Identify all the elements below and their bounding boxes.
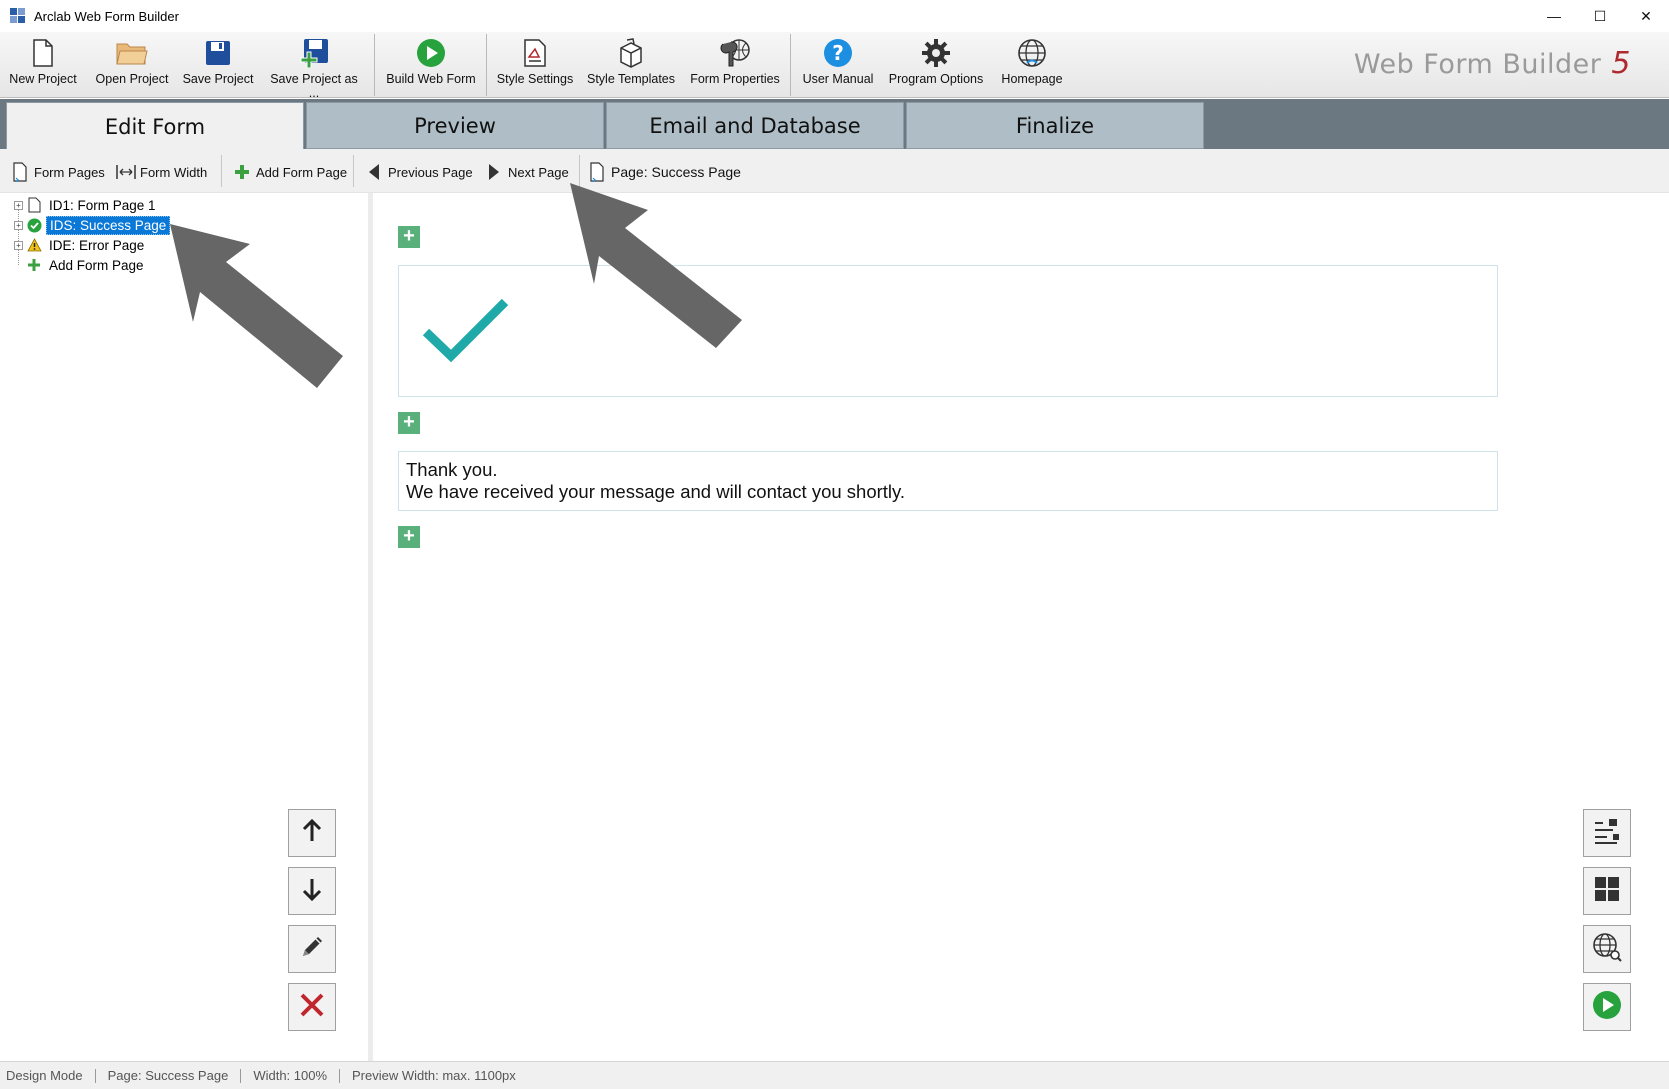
brand-version: 5 xyxy=(1611,46,1631,81)
properties-list-button[interactable] xyxy=(1583,809,1631,857)
delete-x-icon xyxy=(299,992,325,1023)
brand-logo: Web Form Builder 5 xyxy=(1354,46,1631,81)
brand-name: Web Form Builder xyxy=(1353,49,1602,80)
grid-view-button[interactable] xyxy=(1583,867,1631,915)
form-canvas: + + Thank you. We have received your mes… xyxy=(373,193,1669,1061)
style-settings-icon xyxy=(518,36,552,70)
tree-item-add-form-page[interactable]: Add Form Page xyxy=(26,255,147,275)
page-toolbar: Form Pages Form Width Add Form Page Prev… xyxy=(0,149,1669,193)
expand-icon[interactable]: + xyxy=(14,200,23,210)
list-settings-icon xyxy=(1593,817,1621,850)
status-page: Page: Success Page xyxy=(107,1068,229,1083)
toolbar-separator xyxy=(353,155,354,187)
arrow-down-icon xyxy=(301,877,323,906)
delete-page-button[interactable] xyxy=(288,983,336,1031)
svg-text:?: ? xyxy=(832,41,844,65)
open-project-button[interactable]: Open Project xyxy=(92,36,172,94)
warning-icon xyxy=(26,237,42,253)
play-build-icon xyxy=(414,36,448,70)
status-bar: Design Mode Page: Success Page Width: 10… xyxy=(0,1061,1669,1089)
toolbar-separator xyxy=(221,155,222,187)
width-arrows-icon xyxy=(116,162,136,182)
form-properties-button[interactable]: Form Properties xyxy=(686,36,784,94)
tab-preview[interactable]: Preview xyxy=(306,102,604,149)
build-web-form-button[interactable]: Build Web Form xyxy=(382,36,480,94)
tab-email-and-database[interactable]: Email and Database xyxy=(606,102,904,149)
tree-item-error-page[interactable]: + IDE: Error Page xyxy=(14,235,147,255)
save-as-disk-icon xyxy=(297,36,331,70)
add-element-button[interactable]: + xyxy=(398,412,420,434)
toolbar-separator xyxy=(486,34,487,96)
tab-finalize[interactable]: Finalize xyxy=(906,102,1204,149)
add-element-button[interactable]: + xyxy=(398,526,420,548)
user-manual-button[interactable]: ? User Manual xyxy=(798,36,878,94)
style-templates-button[interactable]: Style Templates xyxy=(584,36,678,94)
form-width-button[interactable]: Form Width xyxy=(116,161,207,183)
gear-icon xyxy=(919,36,953,70)
current-page-label: Page: Success Page xyxy=(587,161,741,183)
page-tree-panel: + ID1: Form Page 1 + IDS: Success Page +… xyxy=(0,193,368,1061)
main-tabs: Edit Form Preview Email and Database Fin… xyxy=(0,99,1669,150)
add-element-button[interactable]: + xyxy=(398,226,420,248)
tree-item-form-page-1[interactable]: + ID1: Form Page 1 xyxy=(14,195,159,215)
form-pages-button[interactable]: Form Pages xyxy=(10,161,105,183)
toolbar-separator xyxy=(579,155,580,187)
message-line-2: We have received your message and will c… xyxy=(406,481,906,502)
triangle-right-icon xyxy=(484,162,504,182)
title-bar: Arclab Web Form Builder — ☐ ✕ xyxy=(0,0,1669,32)
expand-icon[interactable]: + xyxy=(14,220,23,230)
globe-icon xyxy=(1015,36,1049,70)
move-up-button[interactable] xyxy=(288,809,336,857)
image-element[interactable] xyxy=(398,265,1498,397)
page-icon xyxy=(26,197,42,213)
minimize-button[interactable]: — xyxy=(1531,0,1577,32)
main-toolbar: New Project Open Project Save Project Sa… xyxy=(0,32,1669,100)
add-icon xyxy=(26,257,42,273)
help-icon: ? xyxy=(821,36,855,70)
next-page-button[interactable]: Next Page xyxy=(484,161,569,183)
text-element[interactable]: Thank you. We have received your message… xyxy=(398,451,1498,511)
add-icon xyxy=(232,162,252,182)
message-line-1: Thank you. xyxy=(406,459,498,480)
status-preview-width: Preview Width: max. 1100px xyxy=(352,1068,516,1083)
status-mode: Design Mode xyxy=(6,1068,83,1083)
window-title: Arclab Web Form Builder xyxy=(34,8,179,24)
toolbar-separator xyxy=(374,34,375,96)
page-icon xyxy=(10,162,30,182)
success-check-icon xyxy=(26,217,42,233)
arrow-up-icon xyxy=(301,818,323,848)
app-logo-icon xyxy=(10,8,26,24)
toolbar-separator xyxy=(790,34,791,96)
style-templates-icon xyxy=(614,36,648,70)
globe-search-icon xyxy=(1592,932,1622,967)
web-preview-button[interactable] xyxy=(1583,925,1631,973)
save-project-button[interactable]: Save Project xyxy=(182,36,254,94)
add-form-page-button[interactable]: Add Form Page xyxy=(232,161,347,183)
edit-page-button[interactable] xyxy=(288,925,336,973)
page-icon xyxy=(587,162,607,182)
style-settings-button[interactable]: Style Settings xyxy=(494,36,576,94)
pencil-icon xyxy=(299,934,325,965)
status-width: Width: 100% xyxy=(253,1068,328,1083)
expand-icon[interactable]: + xyxy=(14,240,23,250)
move-down-button[interactable] xyxy=(288,867,336,915)
grid-icon xyxy=(1594,876,1620,907)
build-run-button[interactable] xyxy=(1583,983,1631,1031)
tree-item-success-page[interactable]: + IDS: Success Page xyxy=(14,215,171,235)
previous-page-button[interactable]: Previous Page xyxy=(364,161,473,183)
play-build-icon xyxy=(1592,990,1622,1025)
tab-edit-form[interactable]: Edit Form xyxy=(6,102,304,150)
new-project-button[interactable]: New Project xyxy=(8,36,78,94)
program-options-button[interactable]: Program Options xyxy=(886,36,986,94)
open-folder-icon xyxy=(115,36,149,70)
triangle-left-icon xyxy=(364,162,384,182)
form-properties-icon xyxy=(718,36,752,70)
maximize-button[interactable]: ☐ xyxy=(1577,0,1623,32)
homepage-button[interactable]: Homepage xyxy=(996,36,1068,94)
save-project-as-button[interactable]: Save Project as ... xyxy=(264,36,364,100)
save-disk-icon xyxy=(201,36,235,70)
new-file-icon xyxy=(26,36,60,70)
checkmark-icon xyxy=(421,294,511,371)
close-window-button[interactable]: ✕ xyxy=(1623,0,1669,32)
